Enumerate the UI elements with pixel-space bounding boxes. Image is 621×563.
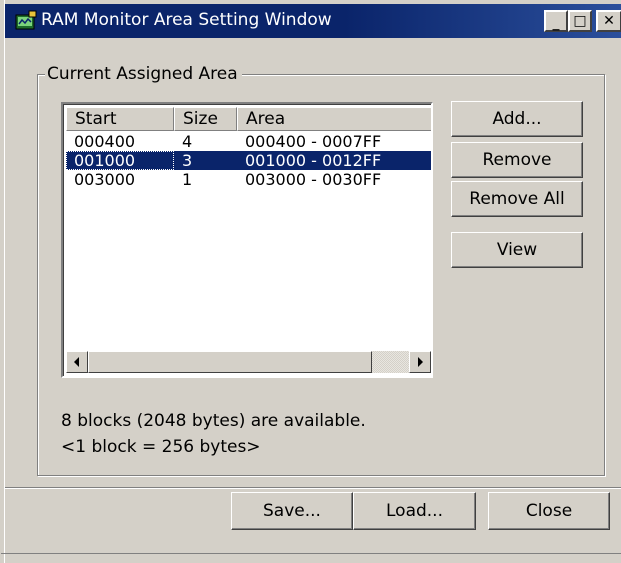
close-button[interactable]: Close [488,492,610,530]
cell-start: 003000 [74,170,136,189]
load-button[interactable]: Load... [353,492,476,530]
horizontal-scrollbar[interactable] [66,351,431,373]
list-rows: 000400 4 000400 - 0007FF 001000 3 001000… [66,132,431,189]
scrollbar-thumb[interactable] [88,351,372,373]
scroll-right-button[interactable] [409,351,431,373]
arrow-left-icon [74,357,79,367]
scroll-left-button[interactable] [66,351,88,373]
maximize-button[interactable]: □ [568,10,592,32]
app-icon [15,10,37,30]
list-row[interactable]: 003000 1 003000 - 0030FF [66,170,431,189]
minimize-button[interactable]: _ [544,10,568,32]
cell-start: 001000 [66,151,174,170]
list-row[interactable]: 000400 4 000400 - 0007FF [66,132,431,151]
remove-all-button[interactable]: Remove All [451,181,583,217]
cell-area: 000400 - 0007FF [245,132,382,151]
remove-button[interactable]: Remove [451,142,583,178]
close-icon: ✕ [603,13,615,29]
close-window-button[interactable]: ✕ [596,10,621,32]
add-button[interactable]: Add... [451,101,583,137]
cell-size: 4 [182,132,193,151]
view-button[interactable]: View [451,232,583,268]
column-header-start[interactable]: Start [66,107,174,131]
cell-area: 003000 - 0030FF [245,170,382,189]
maximize-icon: □ [573,13,587,29]
title-bar[interactable]: RAM Monitor Area Setting Window _ □ ✕ [5,4,621,38]
window-bottom-border [1,553,621,563]
minimize-icon: _ [552,15,560,31]
column-header-area[interactable]: Area [237,107,431,131]
available-blocks-text: 8 blocks (2048 bytes) are available. [61,411,366,431]
cell-size: 3 [174,151,237,170]
area-list[interactable]: Start Size Area 000400 4 000400 - 0007FF… [61,102,433,378]
cell-start: 000400 [74,132,136,151]
divider [5,487,621,489]
arrow-right-icon [418,357,423,367]
column-header-size[interactable]: Size [174,107,237,131]
cell-area: 001000 - 0012FF [237,151,431,170]
window-title: RAM Monitor Area Setting Window [41,10,332,30]
list-header: Start Size Area [66,107,431,131]
cell-size: 1 [182,170,193,189]
group-label: Current Assigned Area [45,63,242,85]
block-size-text: <1 block = 256 bytes> [61,437,261,457]
window-left-border [1,0,5,563]
save-button[interactable]: Save... [231,492,353,530]
ram-monitor-window: RAM Monitor Area Setting Window _ □ ✕ Cu… [0,0,621,563]
list-row-selected[interactable]: 001000 3 001000 - 0012FF [66,151,431,170]
